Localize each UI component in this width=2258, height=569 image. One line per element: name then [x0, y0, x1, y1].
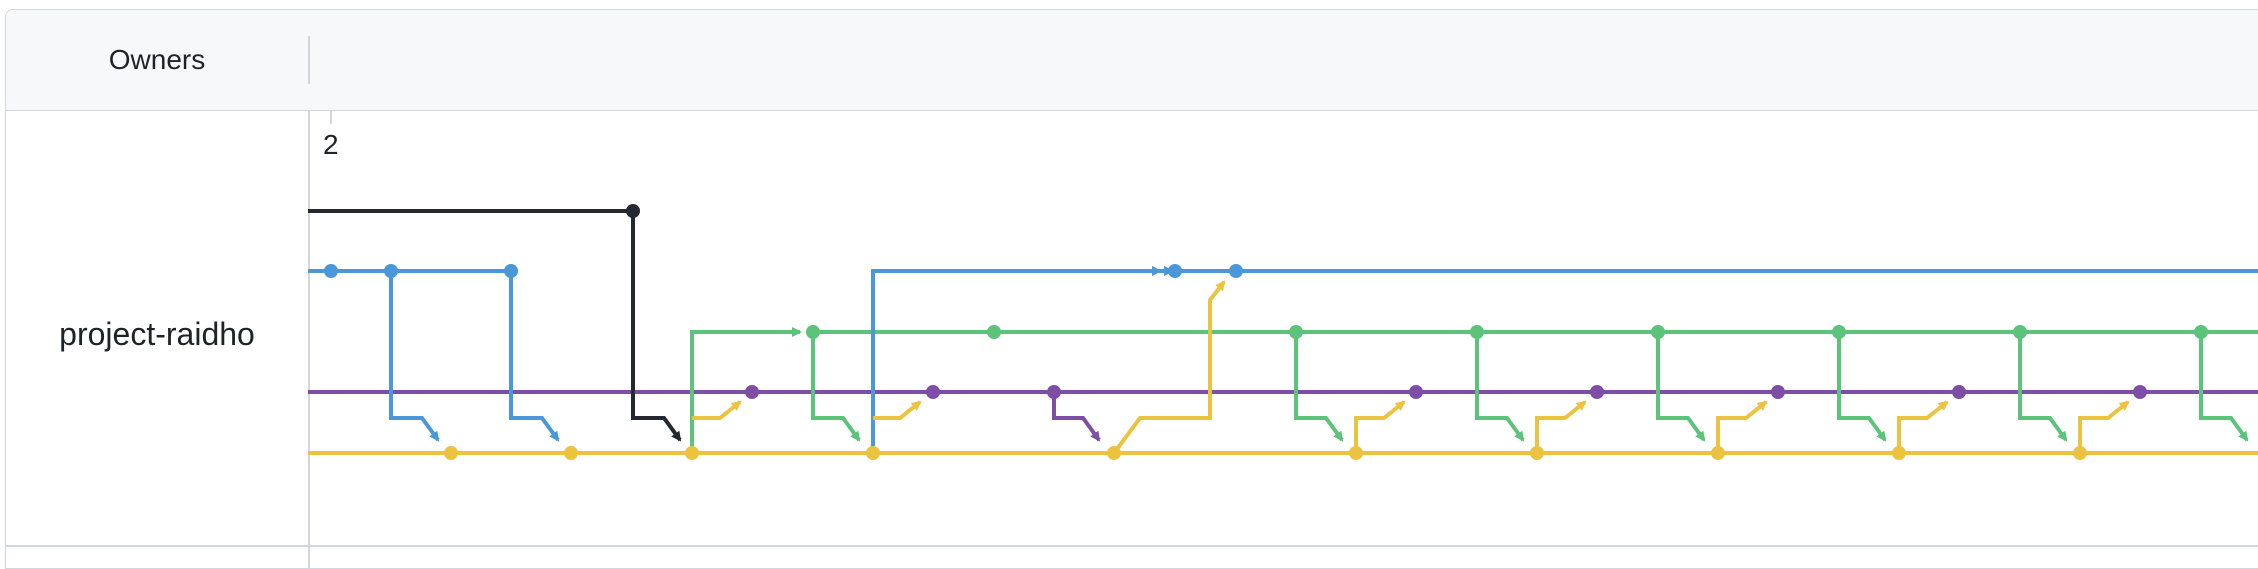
commit-dot[interactable] — [685, 446, 699, 460]
commit-dot[interactable] — [564, 446, 578, 460]
yellow-rise-3 — [1354, 400, 1406, 453]
yellow-rise-2 — [873, 400, 922, 420]
commit-dot[interactable] — [1047, 385, 1061, 399]
commit-dot[interactable] — [1651, 325, 1665, 339]
commit-dot[interactable] — [1590, 385, 1604, 399]
commit-dot[interactable] — [2013, 325, 2027, 339]
commit-dot[interactable] — [987, 325, 1001, 339]
green-merge-4 — [1656, 332, 1706, 442]
commit-dot[interactable] — [444, 446, 458, 460]
green-merge-6 — [2018, 332, 2068, 442]
blue-merge-2 — [509, 271, 560, 442]
commit-dot[interactable] — [1952, 385, 1966, 399]
commit-dot[interactable] — [504, 264, 518, 278]
green-merge-1 — [811, 332, 861, 442]
yellow-rise-4 — [1535, 400, 1587, 453]
purple-merge — [1052, 392, 1101, 442]
commit-dot[interactable] — [1107, 446, 1121, 460]
commit-dot[interactable] — [1168, 264, 1182, 278]
blue-rise — [871, 266, 1162, 453]
commit-dot[interactable] — [626, 204, 640, 218]
commit-dot[interactable] — [1409, 385, 1423, 399]
commit-dot[interactable] — [1771, 385, 1785, 399]
green-merge-7 — [2199, 332, 2249, 442]
yellow-rise-5 — [1716, 400, 1768, 453]
green-merge-5 — [1837, 332, 1887, 442]
commit-dot[interactable] — [1530, 446, 1544, 460]
commit-dot[interactable] — [2073, 446, 2087, 460]
branch-graph: 2 — [308, 110, 2258, 460]
yellow-rise-7 — [2078, 400, 2130, 453]
commit-dot[interactable] — [2194, 325, 2208, 339]
commit-dot[interactable] — [2133, 385, 2147, 399]
commit-dot[interactable] — [324, 264, 338, 278]
black-merge — [631, 211, 682, 442]
commit-dot[interactable] — [1711, 446, 1725, 460]
commit-dot[interactable] — [1289, 325, 1303, 339]
commit-dot[interactable] — [384, 264, 398, 278]
blue-merge-1 — [389, 271, 440, 442]
yellow-rise-6 — [1897, 400, 1949, 453]
commit-dot[interactable] — [926, 385, 940, 399]
commit-dot[interactable] — [1229, 264, 1243, 278]
commit-dot[interactable] — [866, 446, 880, 460]
commit-dot[interactable] — [1892, 446, 1906, 460]
tick-label: 2 — [323, 129, 339, 160]
yellow-to-blue — [1112, 280, 1226, 455]
commit-dot[interactable] — [806, 325, 820, 339]
commit-dot[interactable] — [745, 385, 759, 399]
green-merge-2 — [1294, 332, 1344, 442]
green-merge-3 — [1475, 332, 1525, 442]
commit-dot[interactable] — [1832, 325, 1846, 339]
commit-dot[interactable] — [1349, 446, 1363, 460]
yellow-rise-1 — [692, 400, 742, 420]
commit-dot[interactable] — [1470, 325, 1484, 339]
